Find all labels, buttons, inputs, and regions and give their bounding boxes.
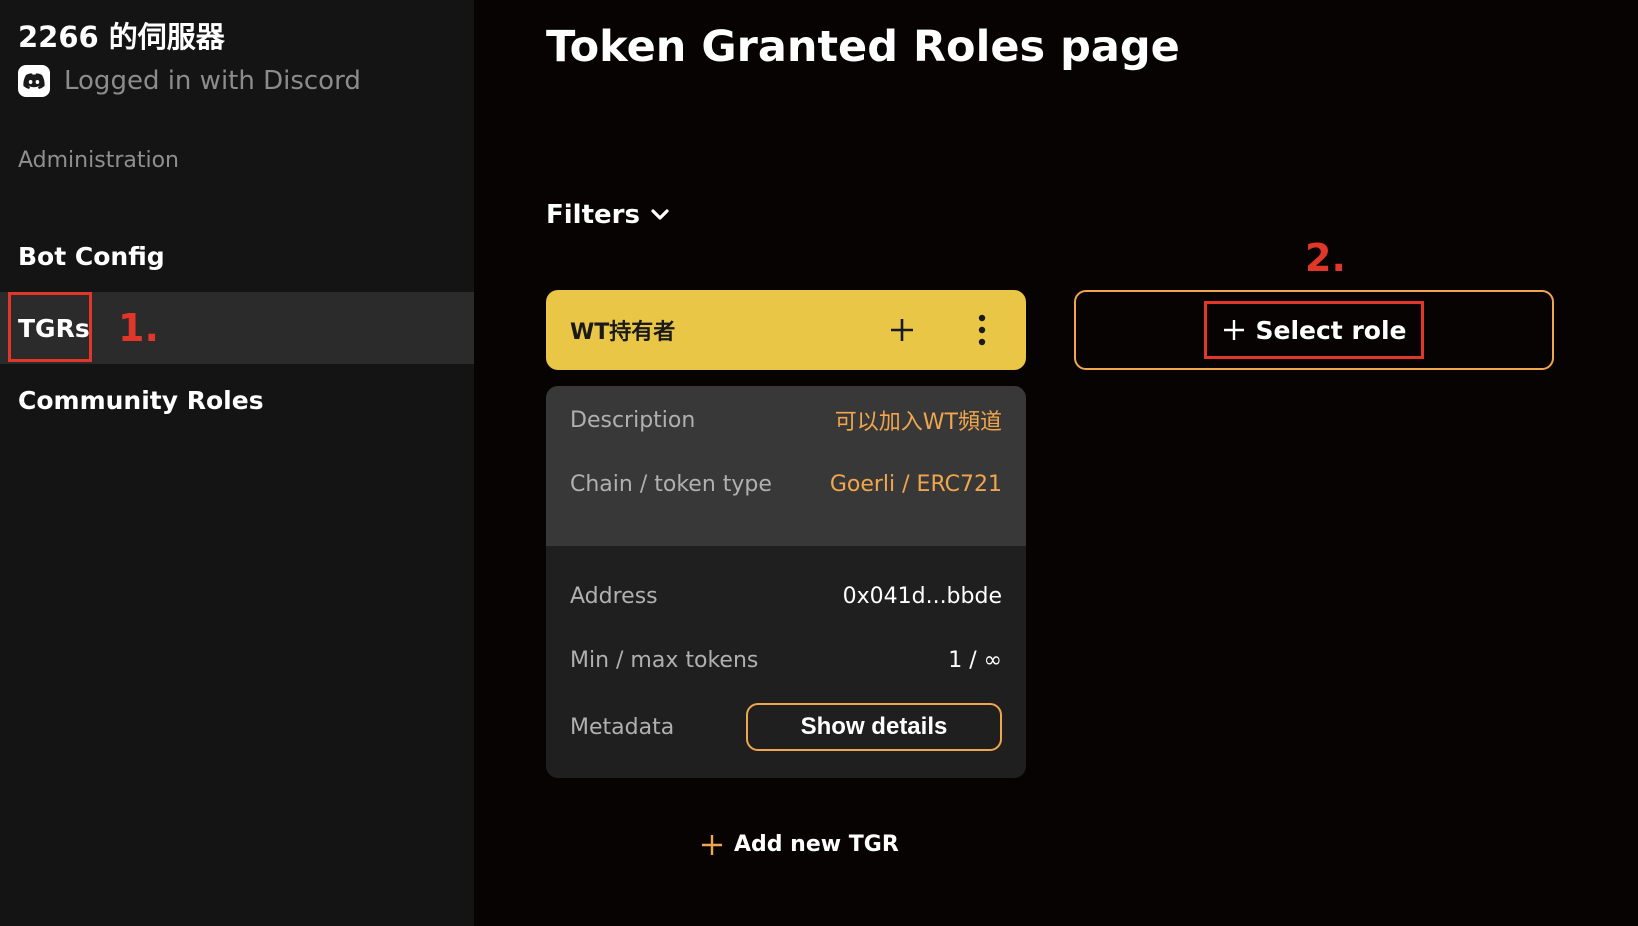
server-name: 2266 的伺服器 xyxy=(18,20,225,54)
metadata-label: Metadata xyxy=(570,714,675,740)
annotation-step-2: 2. xyxy=(1305,236,1346,280)
plus-icon xyxy=(1223,320,1244,340)
add-new-tgr-button[interactable]: Add new TGR xyxy=(700,832,899,857)
tgr-card-header: WT持有者 xyxy=(546,290,1026,370)
section-label-administration: Administration xyxy=(18,148,179,173)
sidebar-item-community-roles[interactable]: Community Roles xyxy=(0,364,474,436)
address-value: 0x041d...bbde xyxy=(842,583,1002,609)
plus-icon xyxy=(702,834,722,855)
minmax-value: 1 / ∞ xyxy=(948,647,1002,673)
filters-toggle[interactable]: Filters xyxy=(546,200,670,230)
sidebar-item-label: Bot Config xyxy=(18,241,165,271)
detail-row-chain: Chain / token type Goerli / ERC721 xyxy=(570,468,1002,500)
chain-value: Goerli / ERC721 xyxy=(829,471,1002,497)
detail-row-address: Address 0x041d...bbde xyxy=(570,580,1002,612)
annotation-highlight-select-role: Select role xyxy=(1204,301,1424,359)
more-options-button[interactable] xyxy=(962,310,1002,350)
login-text: Logged in with Discord xyxy=(64,66,361,96)
add-new-tgr-label: Add new TGR xyxy=(734,832,899,857)
detail-row-min-max: Min / max tokens 1 / ∞ xyxy=(570,644,1002,676)
discord-icon xyxy=(18,65,50,97)
tgr-details-card: Description 可以加入WT頻道 Chain / token type … xyxy=(546,386,1026,778)
chevron-down-icon xyxy=(651,209,669,220)
add-role-button[interactable] xyxy=(882,310,922,350)
address-label: Address xyxy=(570,583,658,609)
tgr-name: WT持有者 xyxy=(570,320,676,345)
select-role-button[interactable]: Select role xyxy=(1074,290,1554,370)
more-vertical-icon xyxy=(978,314,986,346)
show-details-button[interactable]: Show details xyxy=(746,703,1002,751)
annotation-highlight-tgrs xyxy=(8,292,92,362)
chain-label: Chain / token type xyxy=(570,471,772,497)
filters-label: Filters xyxy=(546,200,640,230)
description-value: 可以加入WT頻道 xyxy=(834,410,1002,435)
plus-icon xyxy=(891,319,913,341)
sidebar-item-label: Community Roles xyxy=(18,385,264,415)
minmax-label: Min / max tokens xyxy=(570,647,759,673)
sidebar: 2266 的伺服器 Logged in with Discord Adminis… xyxy=(0,0,474,926)
login-status: Logged in with Discord xyxy=(18,64,361,98)
select-role-label: Select role xyxy=(1255,315,1407,345)
tgr-details-top: Description 可以加入WT頻道 Chain / token type … xyxy=(546,386,1026,546)
sidebar-item-bot-config[interactable]: Bot Config xyxy=(0,220,474,292)
annotation-step-1: 1. xyxy=(118,306,159,350)
page-title: Token Granted Roles page xyxy=(546,22,1180,72)
detail-row-metadata: Metadata Show details xyxy=(570,702,1002,752)
description-label: Description xyxy=(570,407,696,433)
detail-row-description: Description 可以加入WT頻道 xyxy=(570,404,1002,436)
